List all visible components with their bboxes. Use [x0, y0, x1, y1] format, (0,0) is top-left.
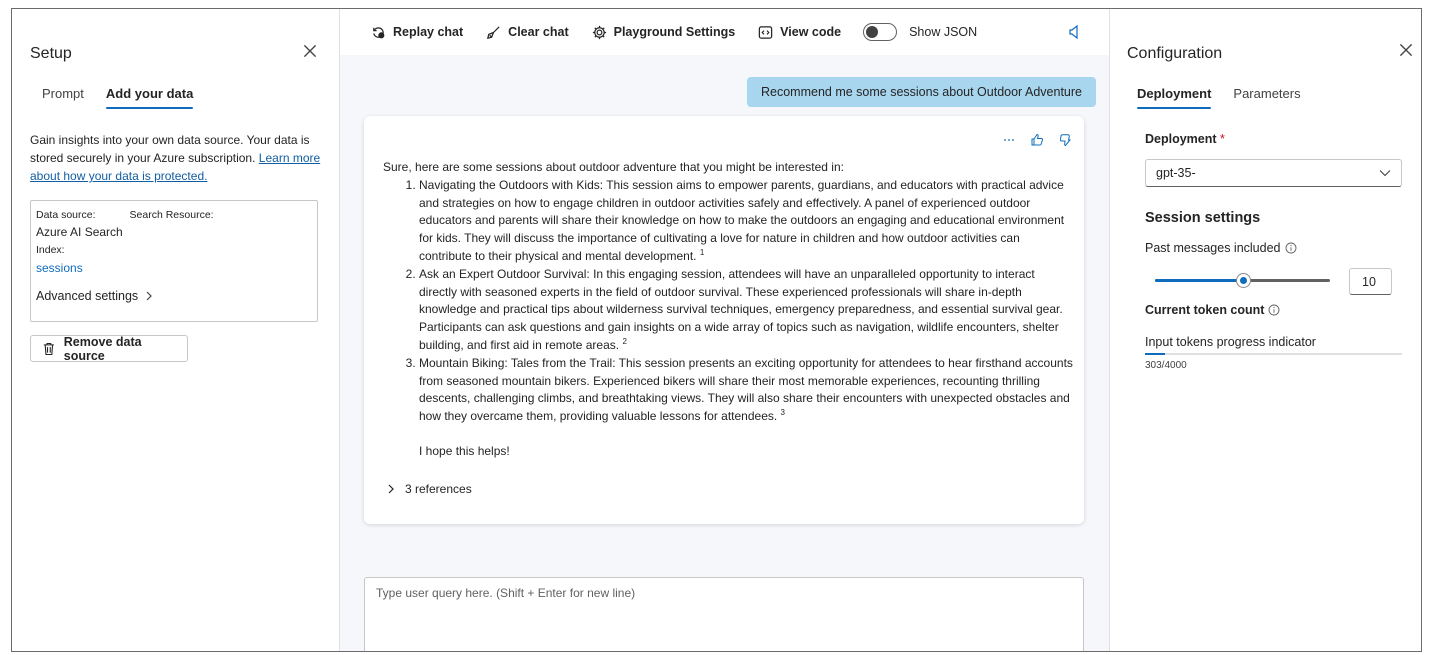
index-link[interactable]: sessions: [36, 261, 312, 275]
data-source-card: Data source: Search Resource: Azure AI S…: [30, 200, 318, 322]
index-label: Index:: [36, 244, 65, 256]
more-icon[interactable]: [1002, 133, 1016, 147]
remove-data-source-label: Remove data source: [63, 334, 142, 363]
data-source-value: Azure AI Search: [36, 225, 123, 239]
deployment-value: gpt-35-: [1156, 166, 1196, 180]
speaker-icon[interactable]: [1067, 24, 1083, 40]
configuration-tabs: Deployment Parameters: [1137, 85, 1323, 109]
progress-label: Input tokens progress indicator: [1145, 335, 1316, 349]
configuration-title: Configuration: [1127, 45, 1223, 62]
tab-parameters[interactable]: Parameters: [1233, 85, 1300, 109]
advanced-settings-label: Advanced settings: [36, 289, 139, 303]
setup-panel: Setup Prompt Add your data Gain insights…: [12, 9, 340, 651]
past-messages-input[interactable]: 10: [1349, 268, 1392, 295]
close-icon[interactable]: [1397, 41, 1415, 59]
setup-description: Gain insights into your own data source.…: [30, 131, 322, 185]
remove-data-source-button[interactable]: Remove data source: [30, 334, 188, 363]
advanced-settings-toggle[interactable]: Advanced settings: [36, 289, 312, 303]
close-icon[interactable]: [301, 42, 319, 60]
list-item-text: Navigating the Outdoors with Kids: This …: [419, 177, 1065, 263]
view-code-button[interactable]: View code: [757, 24, 841, 41]
data-source-label: Data source:: [36, 209, 96, 221]
thumbs-up-icon[interactable]: [1030, 133, 1044, 147]
setup-title: Setup: [30, 45, 72, 62]
info-icon[interactable]: [1285, 242, 1297, 254]
search-resource-label: Search Resource:: [129, 209, 214, 221]
tab-prompt[interactable]: Prompt: [42, 85, 84, 109]
chevron-right-icon: [388, 484, 394, 494]
references-label: 3 references: [405, 482, 472, 496]
chat-input[interactable]: Type user query here. (Shift + Enter for…: [364, 577, 1084, 651]
configuration-panel: Configuration Deployment Parameters Depl…: [1109, 9, 1421, 651]
list-item-text: Mountain Biking: Tales from the Trail: T…: [419, 355, 1073, 424]
replay-icon: [373, 26, 385, 38]
past-messages-slider[interactable]: [1155, 273, 1330, 288]
required-mark: *: [1220, 132, 1225, 146]
citation-marker[interactable]: 1: [700, 248, 704, 257]
token-progress-bar: [1145, 353, 1402, 355]
list-item: Navigating the Outdoors with Kids: This …: [419, 177, 1073, 266]
session-list: Navigating the Outdoors with Kids: This …: [383, 177, 1073, 426]
chevron-down-icon: [1379, 170, 1391, 177]
chat-area: Replay chat Clear chat Playground Settin…: [340, 9, 1109, 651]
tab-add-your-data[interactable]: Add your data: [105, 85, 194, 109]
playground-settings-button[interactable]: Playground Settings: [591, 24, 736, 41]
citation-marker[interactable]: 3: [781, 408, 785, 417]
user-message: Recommend me some sessions about Outdoor…: [746, 77, 1096, 107]
deployment-label: Deployment *: [1145, 132, 1225, 146]
chat-input-placeholder: Type user query here. (Shift + Enter for…: [376, 586, 636, 600]
list-item-text: Ask an Expert Outdoor Survival: In this …: [419, 266, 1063, 352]
citation-marker[interactable]: 2: [622, 337, 626, 346]
response-intro: Sure, here are some sessions about outdo…: [383, 160, 844, 174]
response-closing: I hope this helps!: [419, 443, 510, 458]
broom-icon: [487, 25, 500, 39]
past-messages-label: Past messages included: [1145, 241, 1297, 255]
message-actions: [1002, 133, 1072, 147]
chevron-right-icon: [146, 291, 153, 301]
tab-deployment[interactable]: Deployment: [1137, 85, 1212, 109]
deployment-label-text: Deployment: [1145, 132, 1217, 146]
references-toggle[interactable]: 3 references: [386, 482, 472, 496]
view-code-label: View code: [780, 25, 842, 39]
token-count-label-text: Current token count: [1145, 303, 1265, 317]
thumbs-down-icon[interactable]: [1058, 133, 1072, 147]
list-item: Mountain Biking: Tales from the Trail: T…: [419, 355, 1073, 426]
token-count-label: Current token count: [1145, 303, 1280, 317]
list-item: Ask an Expert Outdoor Survival: In this …: [419, 266, 1073, 355]
app-frame: Setup Prompt Add your data Gain insights…: [11, 8, 1422, 652]
trash-icon: [43, 342, 54, 355]
assistant-message-text: Sure, here are some sessions about outdo…: [383, 159, 1073, 461]
chat-toolbar: Replay chat Clear chat Playground Settin…: [340, 9, 1109, 55]
gear-icon: [592, 25, 606, 39]
code-icon: [758, 25, 773, 39]
clear-chat-label: Clear chat: [508, 25, 569, 39]
show-json-label: Show JSON: [909, 25, 978, 39]
deployment-select[interactable]: gpt-35-: [1145, 159, 1402, 187]
token-progress-value: 303/4000: [1145, 360, 1187, 371]
info-icon[interactable]: [1268, 304, 1280, 316]
show-json-toggle[interactable]: [863, 23, 898, 41]
replay-chat-label: Replay chat: [393, 25, 464, 39]
clear-chat-button[interactable]: Clear chat: [485, 24, 569, 41]
setup-tabs: Prompt Add your data: [42, 85, 215, 109]
past-messages-label-text: Past messages included: [1145, 241, 1281, 255]
session-settings-title: Session settings: [1145, 210, 1261, 226]
playground-settings-label: Playground Settings: [613, 25, 736, 39]
replay-chat-button[interactable]: Replay chat: [370, 24, 463, 41]
